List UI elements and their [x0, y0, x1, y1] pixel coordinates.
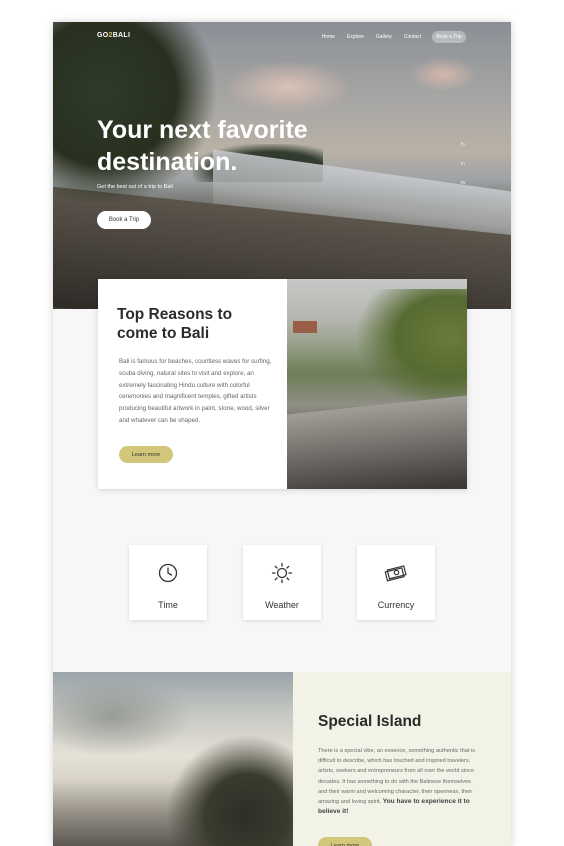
nav-book-trip-button[interactable]: Book a Trip	[432, 31, 466, 43]
nav-link-explore[interactable]: Explore	[347, 34, 364, 40]
special-island-title: Special Island	[318, 713, 422, 730]
photo-palms	[163, 732, 293, 846]
hero-book-trip-button[interactable]: Book a Trip	[97, 211, 151, 229]
feature-label: Time	[158, 600, 178, 610]
sun-icon	[243, 562, 321, 584]
reasons-title: Top Reasons to come to Bali	[117, 306, 233, 342]
social-links: fb in tw	[458, 142, 468, 186]
photo-cliff	[357, 289, 467, 409]
photo-house	[293, 321, 317, 333]
reasons-card: Top Reasons to come to Bali Bali is famo…	[98, 279, 467, 489]
photo-shore	[287, 393, 467, 489]
clock-icon	[129, 562, 207, 584]
hero-title: Your next favorite destination.	[97, 116, 308, 176]
special-island-text: There is a special vibe, an essence, som…	[318, 746, 478, 817]
nav-link-contact[interactable]: Contact	[404, 34, 421, 40]
hero-cloud	[228, 62, 348, 112]
feature-currency[interactable]: Currency	[357, 545, 435, 620]
page: GO2BALI Home Explore Gallery Contact Boo…	[53, 22, 511, 846]
palm-beach-photo	[53, 672, 293, 846]
hero-cloud	[408, 57, 478, 92]
special-learn-more-button[interactable]: Learn more	[318, 837, 372, 846]
feature-label: Currency	[377, 600, 415, 610]
linkedin-icon[interactable]: in	[458, 161, 468, 167]
reasons-learn-more-button[interactable]: Learn more	[119, 446, 173, 463]
nav-link-gallery[interactable]: Gallery	[376, 34, 392, 40]
feature-time[interactable]: Time	[129, 545, 207, 620]
facebook-icon[interactable]: fb	[458, 142, 468, 148]
twitter-icon[interactable]: tw	[458, 180, 468, 186]
logo-suffix: BALI	[112, 32, 131, 39]
site-logo[interactable]: GO2BALI	[97, 32, 130, 39]
special-island-body: There is a special vibe, an essence, som…	[318, 748, 476, 806]
special-island-panel: Special Island There is a special vibe, …	[293, 672, 511, 846]
money-icon	[357, 562, 435, 584]
bali-coast-photo	[287, 279, 467, 489]
feature-weather[interactable]: Weather	[243, 545, 321, 620]
nav-link-home[interactable]: Home	[322, 34, 335, 40]
feature-label: Weather	[265, 600, 299, 610]
hero-subtitle: Get the best out of a trip to Bali	[97, 184, 173, 190]
main-nav: Home Explore Gallery Contact	[322, 34, 421, 40]
reasons-text: Bali is famous for beaches, countless wa…	[119, 358, 272, 424]
logo-prefix: GO	[97, 32, 109, 39]
hero-section: GO2BALI Home Explore Gallery Contact Boo…	[53, 22, 511, 309]
